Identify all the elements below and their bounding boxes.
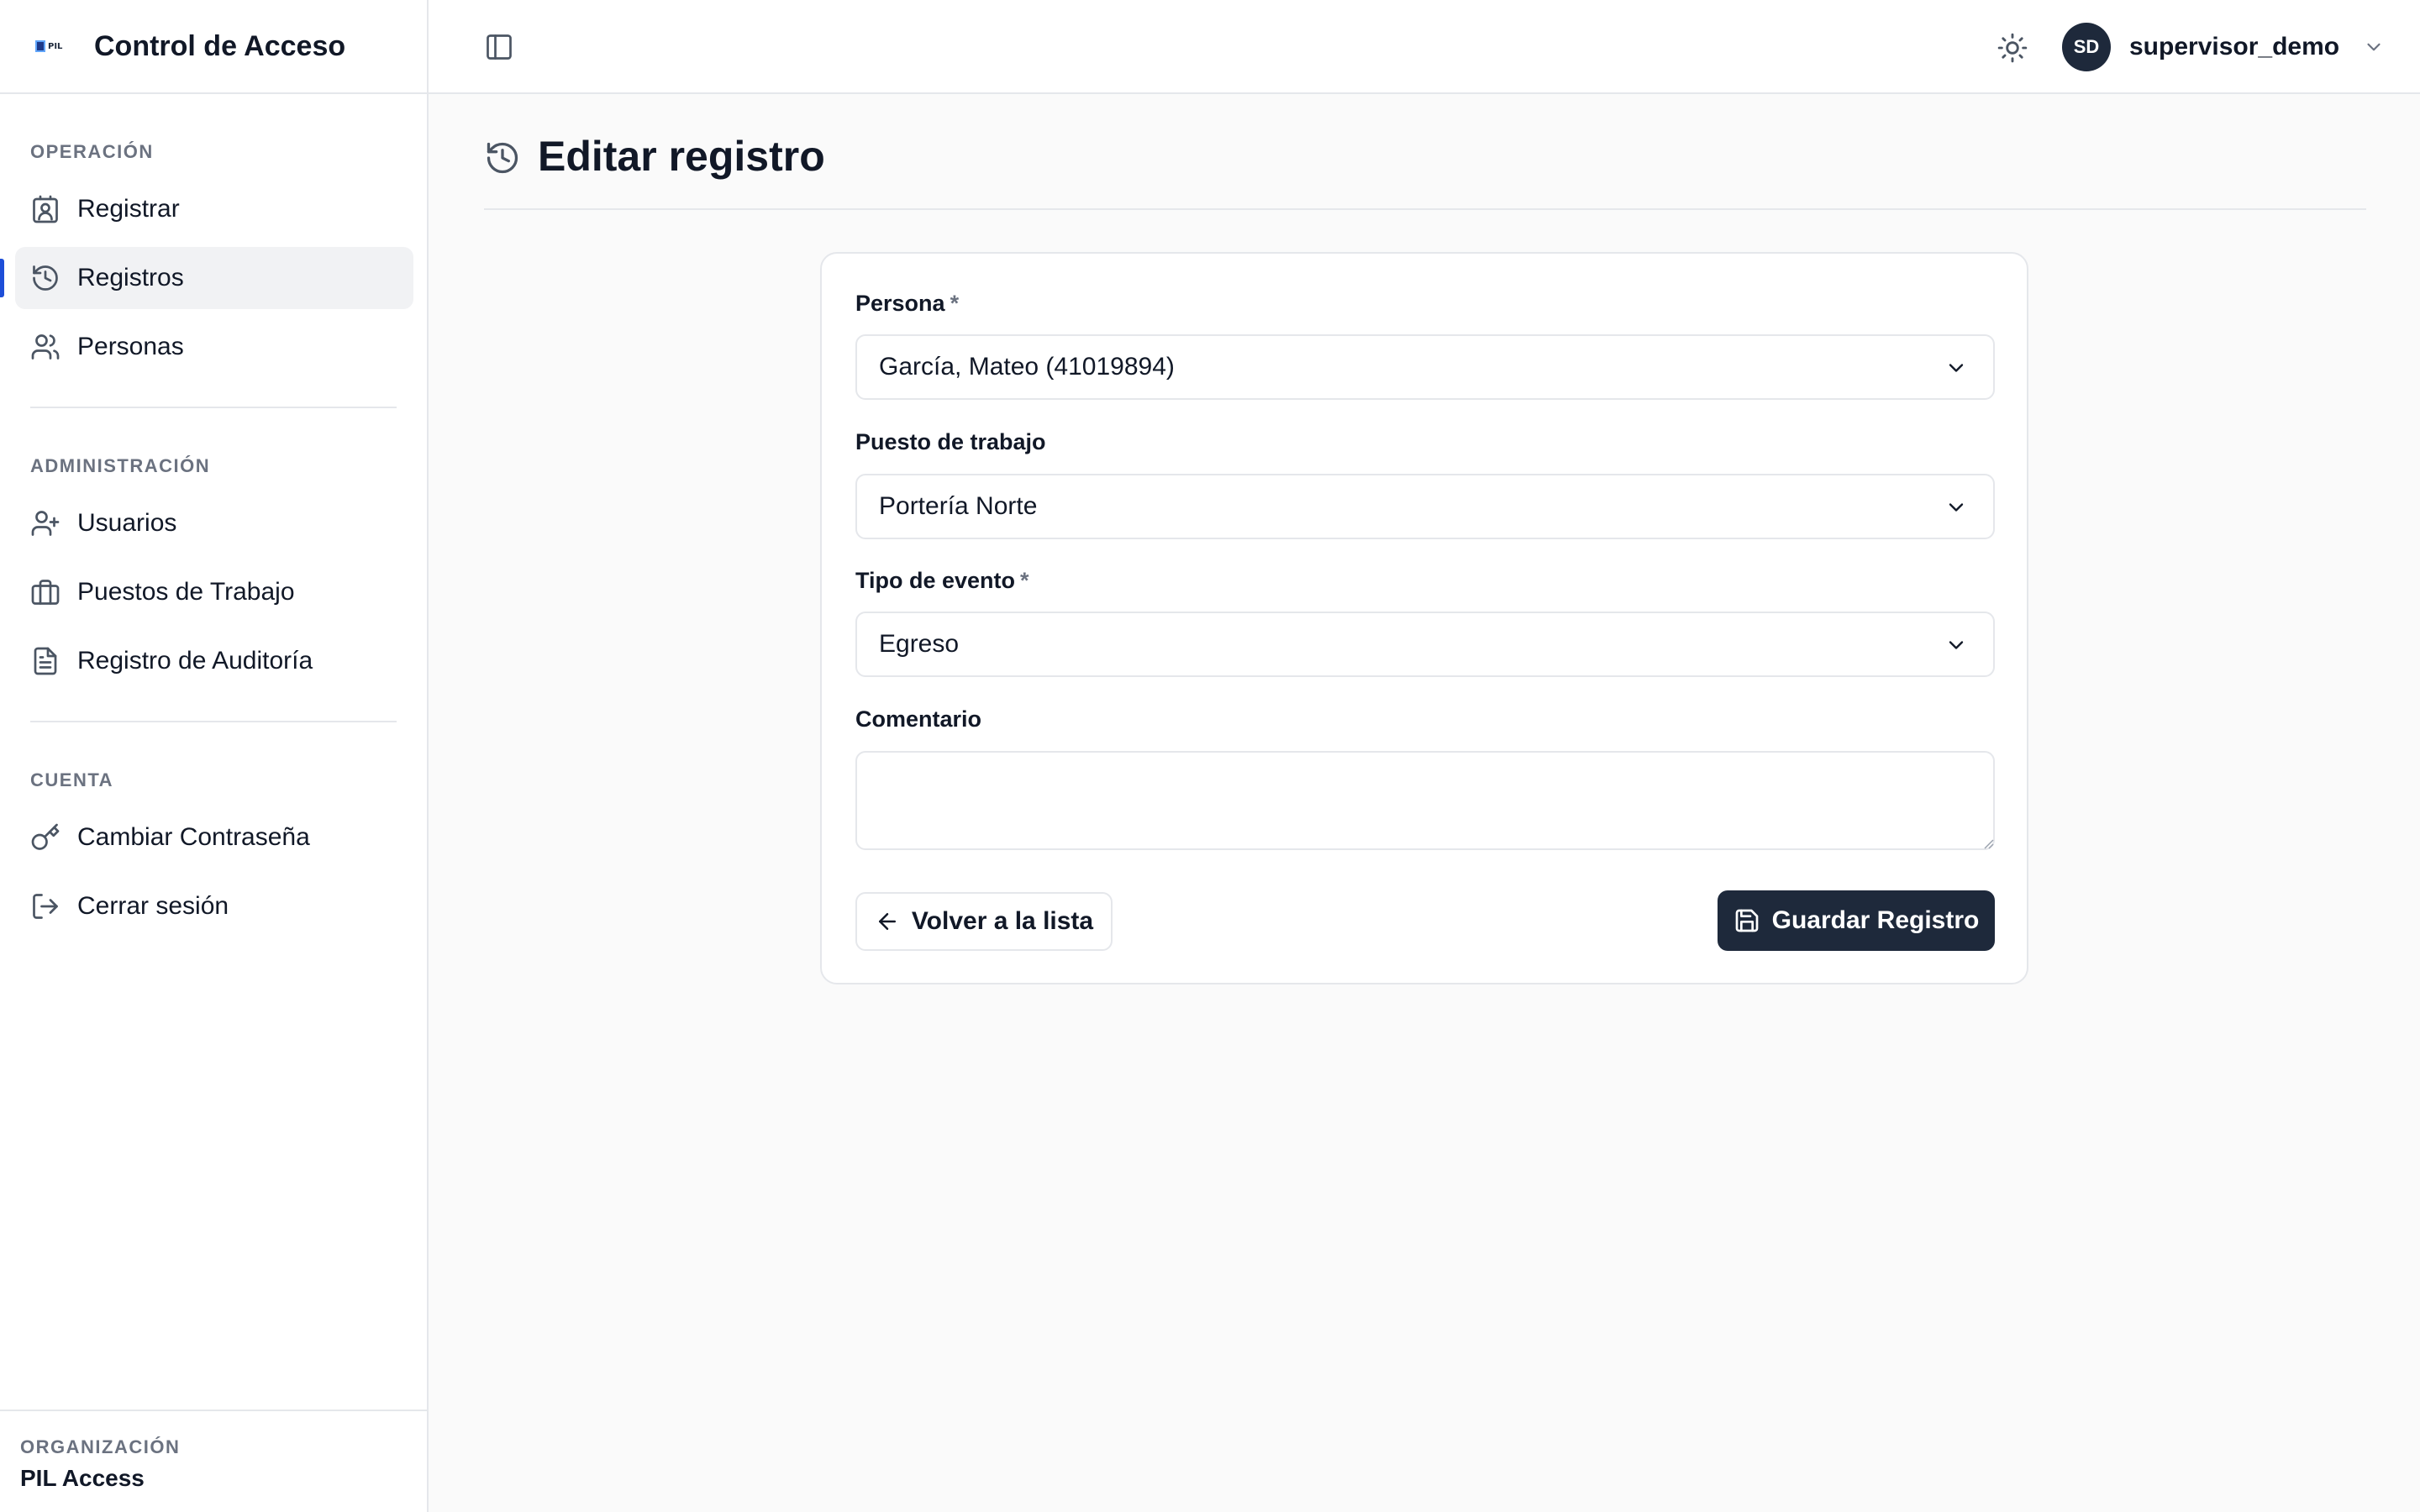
save-button-label: Guardar Registro xyxy=(1771,906,1980,934)
sidebar-item-label: Cerrar sesión xyxy=(77,892,229,920)
sidebar-item-auditoria[interactable]: Registro de Auditoría xyxy=(15,630,413,692)
comentario-textarea[interactable] xyxy=(855,751,1995,850)
contact-icon xyxy=(30,194,60,224)
arrow-left-icon xyxy=(875,909,900,934)
app-logo: PIL xyxy=(35,34,69,58)
sun-icon[interactable] xyxy=(1996,32,2028,64)
users-icon xyxy=(30,332,60,362)
tipo-evento-label: Tipo de evento * xyxy=(855,568,1029,593)
history-icon xyxy=(484,139,521,176)
sidebar-item-label: Puestos de Trabajo xyxy=(77,578,295,606)
app-title: Control de Acceso xyxy=(94,29,346,62)
sidebar-item-registrar[interactable]: Registrar xyxy=(15,178,413,240)
sidebar-item-label: Registros xyxy=(77,264,184,291)
back-to-list-button[interactable]: Volver a la lista xyxy=(855,892,1113,951)
persona-select-value: García, Mateo (41019894) xyxy=(879,353,1175,381)
sidebar-toggle-icon[interactable] xyxy=(484,32,514,62)
chevron-down-icon xyxy=(1944,356,1968,380)
sidebar-item-cerrar-sesion[interactable]: Cerrar sesión xyxy=(15,875,413,937)
file-text-icon xyxy=(30,646,60,676)
save-record-button[interactable]: Guardar Registro xyxy=(1718,890,1995,951)
puesto-select-value: Portería Norte xyxy=(879,492,1038,520)
chevron-down-icon xyxy=(2363,36,2385,58)
history-icon xyxy=(30,263,60,293)
username: supervisor_demo xyxy=(2129,33,2340,60)
user-plus-icon xyxy=(30,508,60,538)
sidebar-item-label: Registro de Auditoría xyxy=(77,647,313,675)
sidebar-item-label: Usuarios xyxy=(77,509,177,537)
sidebar-item-cambiar-contrasena[interactable]: Cambiar Contraseña xyxy=(15,806,413,869)
puesto-select[interactable]: Portería Norte xyxy=(855,474,1995,539)
brand: PIL Control de Acceso xyxy=(0,0,427,94)
section-label-administracion: ADMINISTRACIÓN xyxy=(30,455,211,476)
organization-name: PIL Access xyxy=(20,1465,145,1491)
sidebar-footer: ORGANIZACIÓN PIL Access xyxy=(0,1410,427,1512)
sidebar-item-registros[interactable]: Registros xyxy=(0,247,413,309)
comentario-label: Comentario xyxy=(855,706,982,732)
sidebar-item-label: Registrar xyxy=(77,195,180,223)
logout-icon xyxy=(30,891,60,921)
sidebar-item-label: Cambiar Contraseña xyxy=(77,823,310,851)
chevron-down-icon xyxy=(1944,633,1968,657)
save-icon xyxy=(1733,907,1760,934)
sidebar-nav: OPERACIÓN Registrar Registros Personas A… xyxy=(0,94,427,937)
edit-record-form: Persona * García, Mateo (41019894) Puesto… xyxy=(820,252,2028,984)
section-label-cuenta: CUENTA xyxy=(30,769,114,790)
sidebar: PIL Control de Acceso OPERACIÓN Registra… xyxy=(0,0,429,1512)
user-menu-button[interactable]: SD supervisor_demo xyxy=(2062,23,2385,71)
resize-handle-icon[interactable] xyxy=(1980,835,1995,850)
sidebar-item-puestos[interactable]: Puestos de Trabajo xyxy=(15,561,413,623)
page-title: Editar registro xyxy=(538,133,825,180)
section-label-operacion: OPERACIÓN xyxy=(30,141,154,162)
key-icon xyxy=(30,822,60,853)
back-button-label: Volver a la lista xyxy=(911,907,1094,935)
page-header: Editar registro xyxy=(484,126,2366,210)
sidebar-item-label: Personas xyxy=(77,333,184,360)
tipo-evento-select-value: Egreso xyxy=(879,630,960,658)
organization-label: ORGANIZACIÓN xyxy=(20,1436,181,1457)
sidebar-item-usuarios[interactable]: Usuarios xyxy=(15,492,413,554)
persona-label: Persona * xyxy=(855,291,960,316)
tipo-evento-select[interactable]: Egreso xyxy=(855,612,1995,677)
persona-select[interactable]: García, Mateo (41019894) xyxy=(855,334,1995,400)
briefcase-icon xyxy=(30,577,60,607)
avatar: SD xyxy=(2062,23,2111,71)
topbar: SD supervisor_demo xyxy=(429,0,2420,94)
chevron-down-icon xyxy=(1944,496,1968,519)
puesto-label: Puesto de trabajo xyxy=(855,429,1046,454)
sidebar-item-personas[interactable]: Personas xyxy=(15,316,413,378)
